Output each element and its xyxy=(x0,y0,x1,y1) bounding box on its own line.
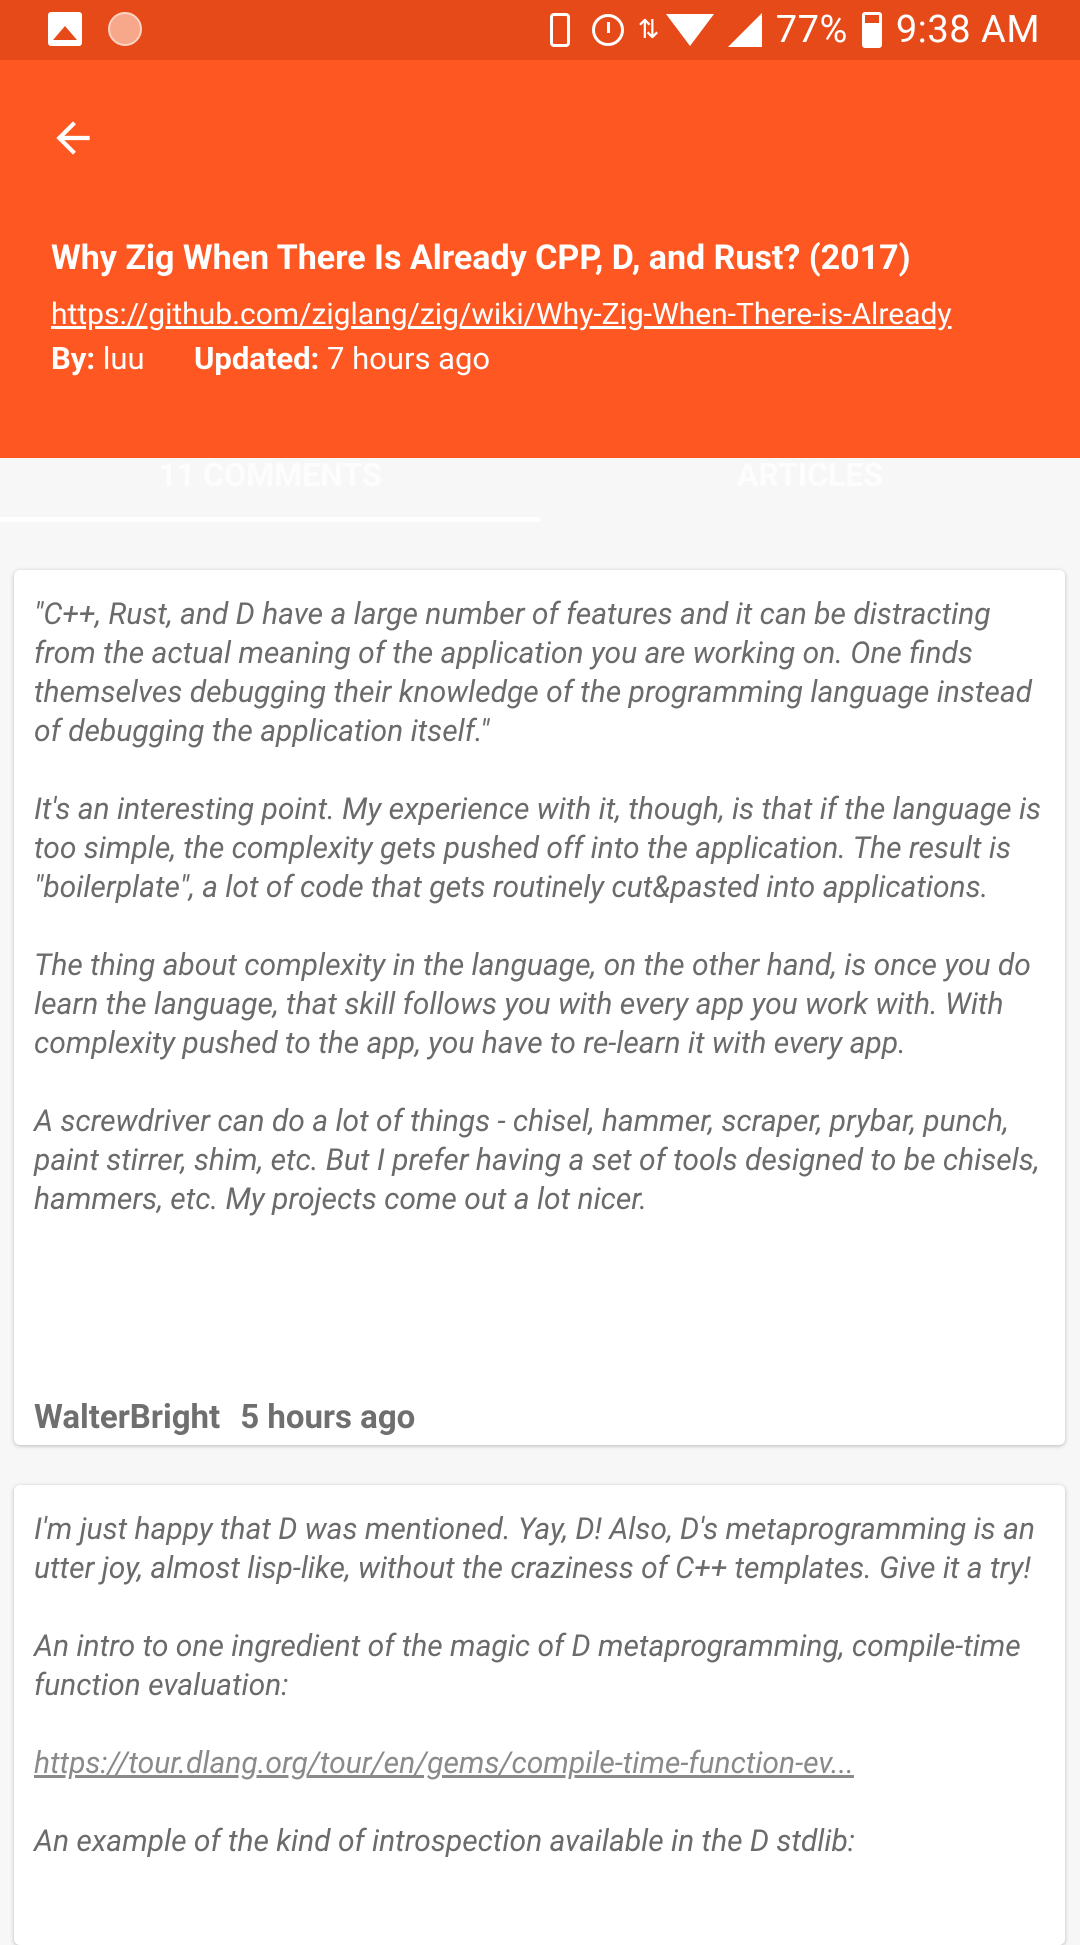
post-title: Why Zig When There Is Already CPP, D, an… xyxy=(51,238,911,278)
comment-body: I'm just happy that D was mentioned. Yay… xyxy=(14,1485,1065,1861)
app-notification-icon xyxy=(108,12,142,46)
comment-paragraph: It's an interesting point. My experience… xyxy=(34,792,1042,905)
comment-time: 5 hours ago xyxy=(240,1398,416,1437)
battery-percent: 77% xyxy=(775,8,848,52)
comment-author[interactable]: WalterBright xyxy=(34,1398,220,1437)
tab-comments[interactable]: 11 COMMENTS xyxy=(0,430,540,522)
battery-icon xyxy=(861,12,882,48)
comment-paragraph: "C++, Rust, and D have a large number of… xyxy=(34,597,1033,749)
comment-paragraph: I'm just happy that D was mentioned. Yay… xyxy=(34,1512,1035,1586)
cell-signal-icon xyxy=(727,13,762,47)
comment-link[interactable]: https://tour.dlang.org/tour/en/gems/comp… xyxy=(34,1746,854,1781)
comment-author-row: WalterBright 5 hours ago xyxy=(34,1398,415,1437)
comment-body: "C++, Rust, and D have a large number of… xyxy=(14,570,1065,1219)
status-bar: ⇅ 77% 9:38 AM xyxy=(0,0,1080,60)
clock: 9:38 AM xyxy=(895,8,1040,52)
image-notification-icon xyxy=(48,12,82,46)
tab-bar: 11 COMMENTS ARTICLES xyxy=(0,450,1080,522)
comment-paragraph: An example of the kind of introspection … xyxy=(34,1824,856,1859)
by-label: By: xyxy=(51,340,96,377)
data-transfer-icon: ⇅ xyxy=(637,15,661,45)
comment-card[interactable]: I'm just happy that D was mentioned. Yay… xyxy=(14,1485,1065,1945)
updated-value: 7 hours ago xyxy=(327,340,491,377)
post-url-link[interactable]: https://github.com/ziglang/zig/wiki/Why-… xyxy=(51,297,1061,332)
updated-label: Updated: xyxy=(193,340,320,377)
comment-paragraph: A screwdriver can do a lot of things - c… xyxy=(34,1104,1040,1217)
vibrate-icon xyxy=(549,13,570,47)
comment-paragraph: An intro to one ingredient of the magic … xyxy=(34,1629,1021,1703)
post-meta: By: luu Updated: 7 hours ago xyxy=(51,340,490,377)
alarm-icon xyxy=(591,14,624,46)
wifi-icon xyxy=(665,14,714,46)
post-author: luu xyxy=(102,340,145,377)
back-arrow-icon[interactable] xyxy=(48,113,98,163)
comment-paragraph: The thing about complexity in the langua… xyxy=(34,948,1031,1061)
comment-card[interactable]: "C++, Rust, and D have a large number of… xyxy=(14,570,1065,1445)
app-header: Why Zig When There Is Already CPP, D, an… xyxy=(0,60,1080,522)
tab-articles[interactable]: ARTICLES xyxy=(540,430,1080,518)
